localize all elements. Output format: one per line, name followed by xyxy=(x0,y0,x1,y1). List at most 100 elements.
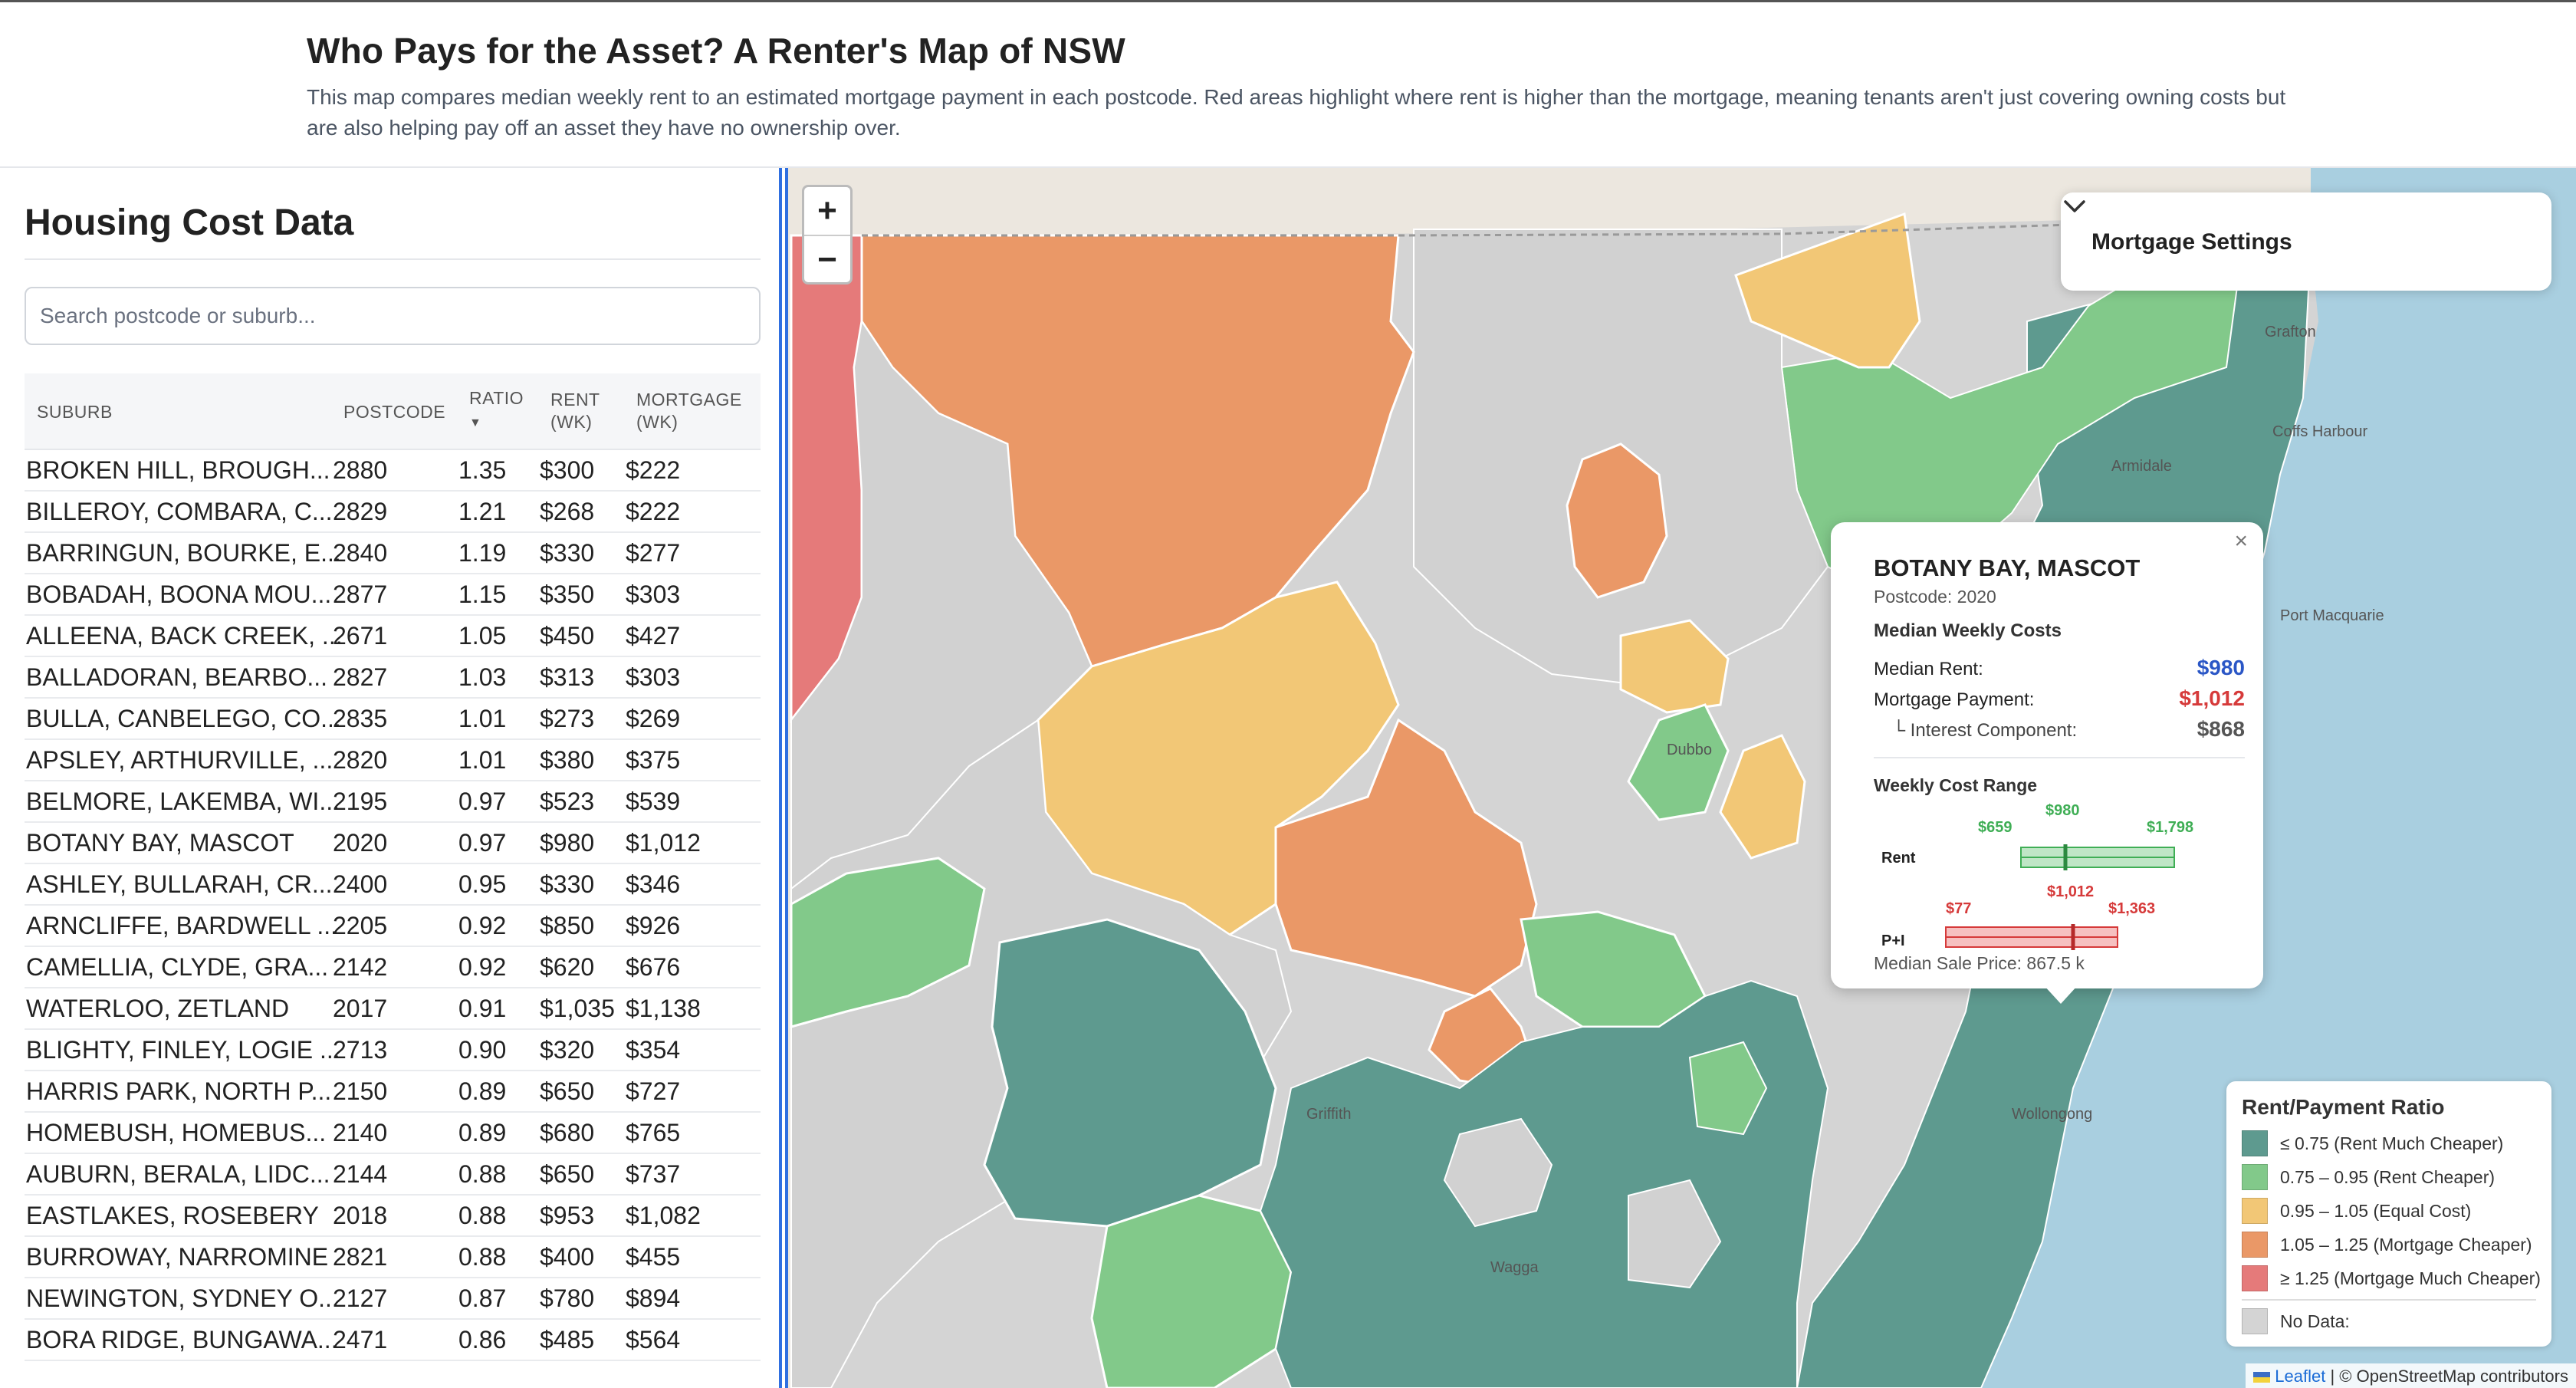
data-table: SUBURB POSTCODE RATIO ▼ RENT (WK) MORTGAGE… xyxy=(25,373,761,1361)
cell-mortgage: $222 xyxy=(626,456,681,484)
close-icon[interactable]: × xyxy=(2234,528,2248,554)
cell-mortgage: $926 xyxy=(626,912,681,939)
table-row[interactable]: EASTLAKES, ROSEBERY 2018 0.88 $953 $1,082 xyxy=(25,1196,761,1237)
town-label-griffith: Griffith xyxy=(1306,1106,1352,1123)
cell-postcode: 2018 xyxy=(333,1202,388,1229)
cell-suburb: BURROWAY, NARROMINE xyxy=(26,1243,329,1271)
legend-swatch xyxy=(2242,1130,2268,1156)
col-ratio[interactable]: RATIO ▼ xyxy=(469,387,524,434)
cell-postcode: 2140 xyxy=(333,1119,388,1146)
col-postcode[interactable]: POSTCODE xyxy=(343,401,445,423)
cell-ratio: 0.95 xyxy=(458,870,507,898)
mortgage-settings-panel[interactable]: Mortgage Settings xyxy=(2061,192,2551,291)
table-row[interactable]: BOBADAH, BOONA MOU... 2877 1.15 $350 $303 xyxy=(25,574,761,616)
cell-mortgage: $737 xyxy=(626,1160,681,1188)
legend-label: 0.75 – 0.95 (Rent Cheaper) xyxy=(2280,1167,2496,1187)
cell-postcode: 2829 xyxy=(333,498,388,525)
map-view[interactable]: Grafton Coffs Harbour Armidale Port Macq… xyxy=(785,168,2576,1388)
cell-mortgage: $269 xyxy=(626,705,681,732)
cell-mortgage: $676 xyxy=(626,953,681,981)
region-rent-cheaper-south xyxy=(1090,1194,1293,1388)
cell-rent: $980 xyxy=(540,829,595,857)
cell-ratio: 0.91 xyxy=(458,995,507,1022)
table-row[interactable]: BARRINGUN, BOURKE, E... 2840 1.19 $330 $277 xyxy=(25,533,761,574)
cell-ratio: 0.90 xyxy=(458,1036,507,1064)
cell-mortgage: $539 xyxy=(626,788,681,815)
cell-rent: $523 xyxy=(540,788,595,815)
cell-suburb: AUBURN, BERALA, LIDC... xyxy=(26,1160,330,1188)
table-row[interactable]: BURROWAY, NARROMINE 2821 0.88 $400 $455 xyxy=(25,1237,761,1278)
cell-suburb: BOTANY BAY, MASCOT xyxy=(26,829,294,857)
table-row[interactable]: ALLEENA, BACK CREEK, ... 2671 1.05 $450 $427 xyxy=(25,616,761,657)
range-pi-label: P+I xyxy=(1881,932,1905,949)
table-row[interactable]: CAMELLIA, CLYDE, GRA... 2142 0.92 $620 $676 xyxy=(25,947,761,988)
table-row[interactable]: BLIGHTY, FINLEY, LOGIE ... 2713 0.90 $320 $3… xyxy=(25,1030,761,1071)
cell-postcode: 2880 xyxy=(333,456,388,484)
cell-rent: $1,035 xyxy=(540,995,615,1022)
range-pi-min: $77 xyxy=(1946,900,1971,917)
popup-divider xyxy=(1874,757,2245,758)
popup-section-range: Weekly Cost Range xyxy=(1874,775,2038,795)
map-attribution: Leaflet | © OpenStreetMap contributors xyxy=(2246,1363,2576,1388)
leaflet-link[interactable]: Leaflet xyxy=(2275,1367,2325,1386)
table-row[interactable]: NEWINGTON, SYDNEY O... 2127 0.87 $780 $894 xyxy=(25,1278,761,1320)
legend-swatch xyxy=(2242,1265,2268,1291)
table-row[interactable]: HARRIS PARK, NORTH P... 2150 0.89 $650 $727 xyxy=(25,1071,761,1113)
legend-label: ≤ 0.75 (Rent Much Cheaper) xyxy=(2280,1133,2504,1153)
cell-rent: $400 xyxy=(540,1243,595,1271)
popup-mortgage-label: Mortgage Payment: xyxy=(1874,689,2035,710)
cell-postcode: 2471 xyxy=(333,1326,388,1353)
table-row[interactable]: BORA RIDGE, BUNGAWA... 2471 0.86 $485 $564 xyxy=(25,1320,761,1361)
legend-label: ≥ 1.25 (Mortgage Much Cheaper) xyxy=(2280,1268,2541,1288)
legend-label: 0.95 – 1.05 (Equal Cost) xyxy=(2280,1201,2472,1221)
town-label-wollongong: Wollongong xyxy=(2012,1106,2092,1123)
cell-ratio: 0.89 xyxy=(458,1119,507,1146)
table-row[interactable]: ASHLEY, BULLARAH, CR... 2400 0.95 $330 $346 xyxy=(25,864,761,906)
cell-postcode: 2020 xyxy=(333,829,388,857)
table-row[interactable]: BILLEROY, COMBARA, C... 2829 1.21 $268 $222 xyxy=(25,492,761,533)
table-row[interactable]: AUBURN, BERALA, LIDC... 2144 0.88 $650 $737 xyxy=(25,1154,761,1196)
table-row[interactable]: BULLA, CANBELEGO, CO... 2835 1.01 $273 $269 xyxy=(25,699,761,740)
cell-suburb: BILLEROY, COMBARA, C... xyxy=(26,498,333,525)
chevron-down-icon[interactable] xyxy=(2061,192,2088,220)
cell-mortgage: $427 xyxy=(626,622,681,650)
cell-rent: $850 xyxy=(540,912,595,939)
table-row[interactable]: WATERLOO, ZETLAND 2017 0.91 $1,035 $1,138 xyxy=(25,988,761,1030)
page-description: This map compares median weekly rent to … xyxy=(307,85,2286,140)
cell-postcode: 2195 xyxy=(333,788,388,815)
table-body: BROKEN HILL, BROUGH... 2880 1.35 $300 $222 BI… xyxy=(25,450,761,1361)
col-rent[interactable]: RENT (WK) xyxy=(550,389,600,433)
table-row[interactable]: BALLADORAN, BEARBO... 2827 1.03 $313 $303 xyxy=(25,657,761,699)
legend-title: Rent/Payment Ratio xyxy=(2242,1095,2445,1119)
col-mortgage[interactable]: MORTGAGE (WK) xyxy=(636,389,742,433)
search-input[interactable] xyxy=(25,287,761,345)
table-row[interactable]: APSLEY, ARTHURVILLE, ... 2820 1.01 $380 $375 xyxy=(25,740,761,781)
col-suburb[interactable]: SUBURB xyxy=(37,401,113,423)
cell-ratio: 0.88 xyxy=(458,1202,507,1229)
cell-ratio: 0.97 xyxy=(458,829,507,857)
legend-swatch xyxy=(2242,1198,2268,1224)
legend-label: No Data: xyxy=(2280,1311,2350,1331)
cell-mortgage: $1,082 xyxy=(626,1202,701,1229)
cell-ratio: 1.19 xyxy=(458,539,507,567)
cell-rent: $650 xyxy=(540,1160,595,1188)
cell-ratio: 0.97 xyxy=(458,788,507,815)
table-row[interactable]: BOTANY BAY, MASCOT 2020 0.97 $980 $1,012 xyxy=(25,823,761,864)
zoom-out-button[interactable]: − xyxy=(804,236,850,284)
table-row[interactable]: BELMORE, LAKEMBA, WI... 2195 0.97 $523 $539 xyxy=(25,781,761,823)
popup-mortgage-value: $1,012 xyxy=(2179,686,2245,710)
table-row[interactable]: HOMEBUSH, HOMEBUS... 2140 0.89 $680 $765 xyxy=(25,1113,761,1154)
cell-ratio: 1.15 xyxy=(458,581,507,608)
cell-rent: $620 xyxy=(540,953,595,981)
cell-mortgage: $277 xyxy=(626,539,681,567)
cell-rent: $450 xyxy=(540,622,595,650)
cell-suburb: HOMEBUSH, HOMEBUS... xyxy=(26,1119,327,1146)
zoom-in-button[interactable]: + xyxy=(804,187,850,235)
legend-swatch xyxy=(2242,1232,2268,1258)
cell-ratio: 0.86 xyxy=(458,1326,507,1353)
table-row[interactable]: BROKEN HILL, BROUGH... 2880 1.35 $300 $222 xyxy=(25,450,761,492)
cell-ratio: 1.21 xyxy=(458,498,507,525)
table-row[interactable]: ARNCLIFFE, BARDWELL ... 2205 0.92 $850 $926 xyxy=(25,906,761,947)
cell-suburb: HARRIS PARK, NORTH P... xyxy=(26,1077,332,1105)
cell-rent: $485 xyxy=(540,1326,595,1353)
